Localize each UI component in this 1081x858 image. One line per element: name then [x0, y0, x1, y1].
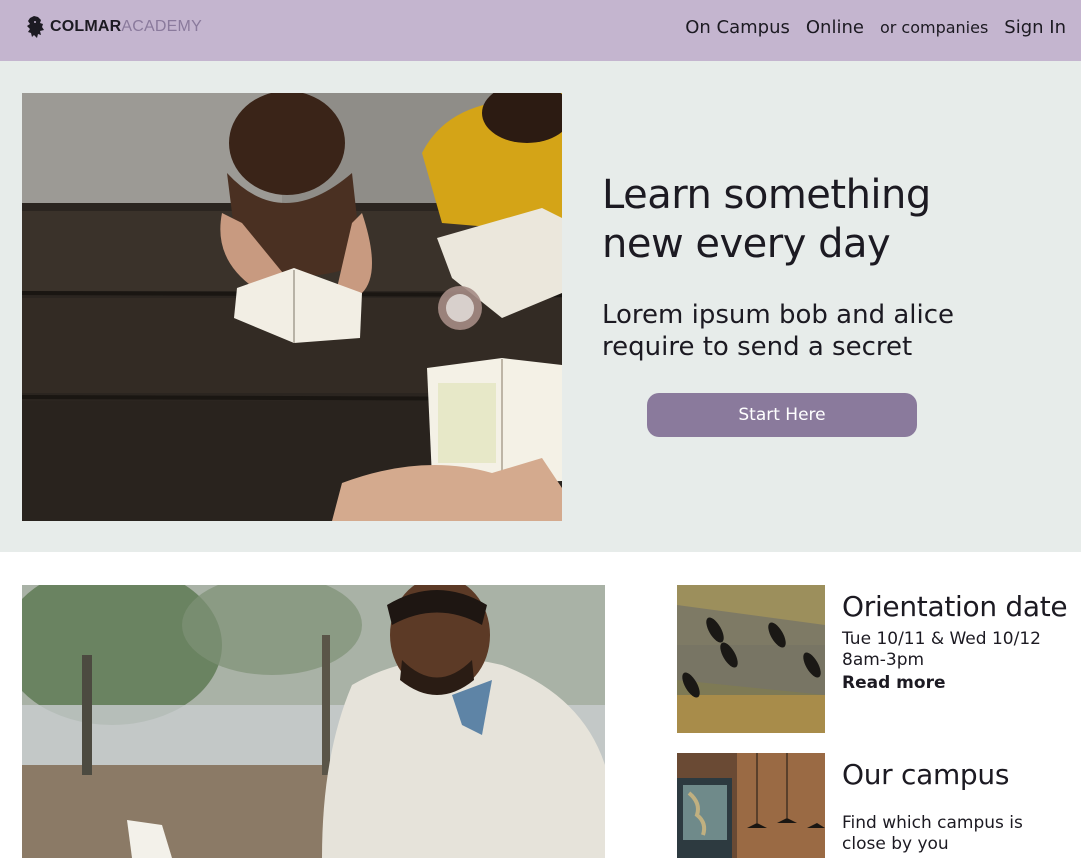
info-card-our-campus: Our campus Find which campus is close by…: [677, 753, 1067, 858]
logo-word-academy: ACADEMY: [121, 18, 202, 35]
site-logo[interactable]: COLMARACADEMY: [26, 14, 202, 40]
event-card-orientation: Orientation date Tue 10/11 & Wed 10/12 8…: [677, 585, 1068, 735]
lion-crest-icon: [27, 16, 44, 38]
start-here-button[interactable]: Start Here: [647, 393, 917, 437]
nav-sign-in[interactable]: Sign In: [1004, 15, 1066, 41]
nav-online[interactable]: Online: [806, 15, 864, 41]
card-description: Find which campus is close by you: [842, 813, 1023, 854]
logo-text: COLMARACADEMY: [50, 18, 202, 36]
hero-photo-students-reading: [22, 93, 562, 521]
card-title: Our campus: [842, 758, 1010, 791]
hero-section: Learn something new every day Lorem ipsu…: [0, 61, 1081, 552]
main-nav: On Campus Online or companies Sign In: [669, 15, 1066, 41]
nav-for-companies[interactable]: or companies: [880, 15, 988, 41]
read-more-link[interactable]: Read more: [842, 672, 1072, 694]
campus-thumbnail: [677, 753, 825, 858]
card-title: Orientation date: [842, 590, 1068, 623]
orientation-card-body: Orientation date Tue 10/11 & Wed 10/12 8…: [842, 591, 1072, 694]
campus-card-body: Our campus Find which campus is close by…: [842, 759, 1072, 855]
logo-word-colmar: COLMAR: [50, 18, 122, 35]
card-time-line: 8am-3pm: [842, 650, 925, 670]
top-navigation-bar: COLMARACADEMY On Campus Online or compan…: [0, 0, 1081, 61]
nav-on-campus[interactable]: On Campus: [685, 15, 790, 41]
card-date-line: Tue 10/11 & Wed 10/12: [842, 629, 1041, 649]
hero-subtitle: Lorem ipsum bob and alice require to sen…: [602, 300, 955, 362]
feature-photo-man-reading: [22, 585, 605, 858]
orientation-thumbnail: [677, 585, 825, 733]
hero-title: Learn something new every day: [602, 172, 931, 267]
